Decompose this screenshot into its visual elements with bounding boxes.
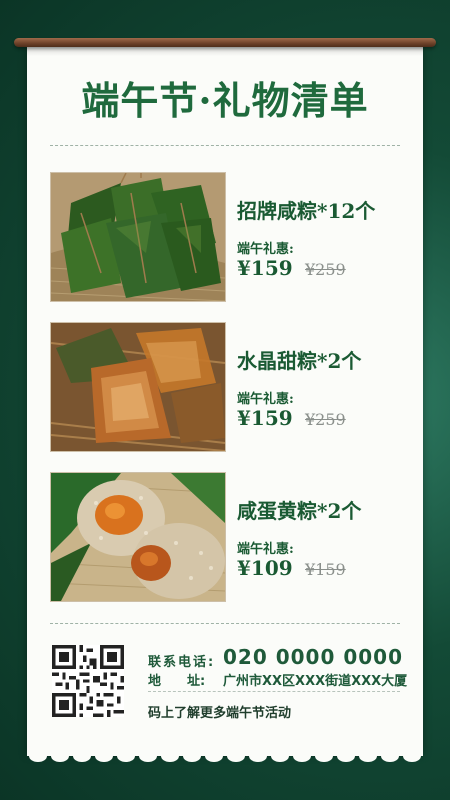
tagline: 码上了解更多端午节活动 [148, 706, 292, 721]
product-price: ¥109 [237, 556, 293, 580]
product-name: 咸蛋黄粽*2个 [237, 499, 362, 523]
product-image-crystal-zongzi[interactable] [50, 322, 226, 452]
promo-label: 端午礼惠: [237, 392, 294, 407]
promo-label: 端午礼惠: [237, 542, 294, 557]
original-price: ¥259 [305, 410, 346, 429]
product-name: 水晶甜粽*2个 [237, 349, 362, 373]
qr-code-icon[interactable] [52, 645, 124, 717]
product-name: 招牌咸粽*12个 [237, 199, 376, 223]
address-value: 广州市XX区XXX街道XXX大厦 [223, 674, 408, 689]
product-image-salty-zongzi[interactable] [50, 172, 226, 302]
address-label: 地 址: [148, 674, 206, 689]
title-divider [50, 145, 400, 146]
product-price: ¥159 [237, 256, 293, 280]
product-image-egg-yolk-zongzi[interactable] [50, 472, 226, 602]
page-title: 端午节·礼物清单 [81, 78, 369, 123]
phone-label: 联系电话: [148, 655, 216, 670]
contact-divider [50, 623, 400, 624]
original-price: ¥259 [305, 260, 346, 279]
promo-label: 端午礼惠: [237, 242, 294, 257]
product-price: ¥159 [237, 406, 293, 430]
phone-number[interactable]: 020 0000 0000 [223, 645, 403, 669]
address-divider [148, 691, 400, 692]
original-price: ¥159 [305, 560, 346, 579]
